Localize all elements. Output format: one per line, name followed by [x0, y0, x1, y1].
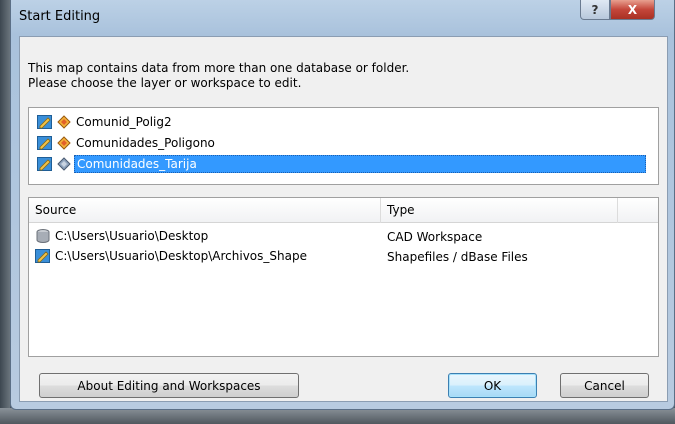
intro-line-2: Please choose the layer or workspace to … — [28, 76, 302, 90]
edit-layer-icon — [37, 157, 52, 171]
help-icon: ? — [591, 2, 599, 17]
layer-label: Comunidades_Tarija — [74, 155, 646, 173]
layer-item[interactable]: Comunid_Polig2 — [37, 112, 646, 132]
help-button[interactable]: ? — [580, 0, 610, 20]
table-row[interactable]: C:\Users\Usuario\Desktop\Archivos_Shape … — [29, 246, 658, 266]
column-header-source[interactable]: Source — [29, 198, 381, 223]
table-header: Source Type — [29, 198, 658, 223]
dialog-title: Start Editing — [19, 9, 101, 24]
layer-label: Comunidades_Poligono — [76, 136, 215, 150]
workspace-table[interactable]: Source Type C:\Users\Usuario\Desktop CAD… — [28, 197, 659, 357]
polygon-layer-icon — [57, 115, 71, 129]
source-path: C:\Users\Usuario\Desktop — [55, 229, 209, 243]
type-cell: CAD Workspace — [387, 230, 483, 244]
database-icon — [36, 229, 50, 243]
intro-text: This map contains data from more than on… — [28, 61, 409, 91]
column-header-filler — [618, 198, 659, 223]
polygon-layer-icon — [57, 136, 71, 150]
edit-layer-icon — [37, 115, 52, 129]
about-editing-button[interactable]: About Editing and Workspaces — [39, 373, 299, 398]
source-cell: C:\Users\Usuario\Desktop — [35, 228, 208, 244]
source-cell: C:\Users\Usuario\Desktop\Archivos_Shape — [35, 248, 307, 264]
close-icon: X — [627, 2, 638, 17]
desktop-backdrop — [0, 0, 10, 424]
title-bar: Start Editing ? X — [11, 0, 674, 36]
layer-label: Comunid_Polig2 — [76, 115, 172, 129]
intro-line-1: This map contains data from more than on… — [28, 61, 410, 75]
layer-item[interactable]: Comunidades_Poligono — [37, 133, 646, 153]
layer-item-selected[interactable]: Comunidades_Tarija — [37, 154, 646, 174]
ok-button[interactable]: OK — [448, 373, 537, 398]
dialog-body: This map contains data from more than on… — [19, 36, 668, 402]
start-editing-dialog: Start Editing ? X This map contains data… — [10, 0, 675, 410]
column-header-type[interactable]: Type — [381, 198, 618, 223]
table-row[interactable]: C:\Users\Usuario\Desktop CAD Workspace — [29, 226, 658, 246]
cad-layer-icon — [57, 157, 71, 171]
source-path: C:\Users\Usuario\Desktop\Archivos_Shape — [55, 249, 307, 263]
shapefile-folder-icon — [35, 249, 50, 263]
type-cell: Shapefiles / dBase Files — [387, 250, 528, 264]
edit-layer-icon — [37, 136, 52, 150]
desktop-backdrop-bottom — [0, 408, 675, 424]
cancel-button[interactable]: Cancel — [560, 373, 649, 398]
close-button[interactable]: X — [610, 0, 655, 20]
layer-list[interactable]: Comunid_Polig2 Comunidades_Poligono Comu… — [28, 107, 659, 185]
